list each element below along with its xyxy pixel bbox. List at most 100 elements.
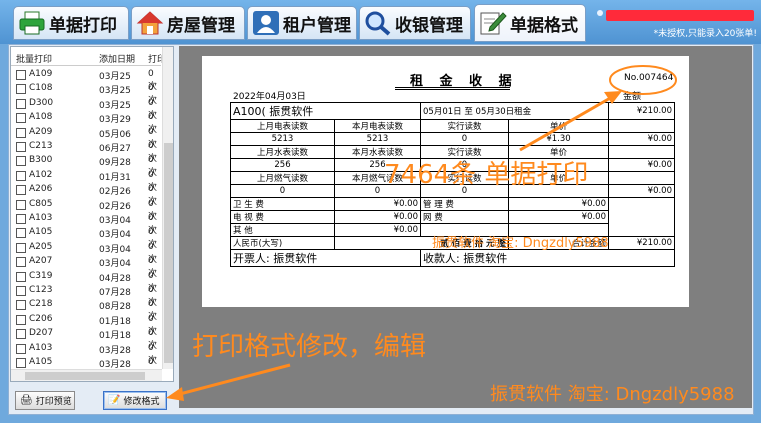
- add-date: 01月18: [99, 331, 131, 342]
- batch-print-checkbox[interactable]: [16, 343, 26, 354]
- batch-print-checkbox[interactable]: [16, 98, 26, 109]
- list-item[interactable]: D207 01月18 0次: [11, 327, 161, 351]
- batch-print-checkbox[interactable]: [16, 257, 26, 268]
- edit-format-icon: 📝: [108, 395, 121, 406]
- issuer-value: 振贯软件: [273, 252, 318, 265]
- room-code: A109: [29, 69, 53, 79]
- list-item[interactable]: A103 03月28 0次: [11, 342, 161, 366]
- receipt-number: No.007464: [624, 73, 674, 83]
- title-underline: [395, 87, 510, 90]
- list-item[interactable]: C123 07月28 0次: [11, 284, 161, 308]
- edit-pen-icon: [480, 12, 507, 35]
- scrollbar-thumb[interactable]: [25, 372, 145, 380]
- modify-format-label: 修改格式: [123, 397, 160, 407]
- list-item[interactable]: B300 09月28 0次: [11, 154, 161, 178]
- batch-print-checkbox[interactable]: [16, 185, 26, 196]
- batch-print-checkbox[interactable]: [16, 214, 26, 224]
- tab-label: 单据打印: [49, 15, 117, 36]
- add-date: 03月04: [99, 259, 131, 270]
- empty-cell: [608, 171, 675, 185]
- print-preview-label: 打印预览: [35, 397, 72, 407]
- room-code: C123: [29, 285, 53, 295]
- room-code: A105: [29, 357, 53, 367]
- authorization-note: *未授权,只能录入20张单!: [653, 29, 757, 39]
- add-date: 03月29: [99, 115, 131, 126]
- batch-print-checkbox[interactable]: [16, 142, 26, 152]
- list-item[interactable]: A207 03月04 0次: [11, 255, 161, 279]
- magnifier-icon: [365, 11, 391, 36]
- add-date: 05月06: [99, 129, 131, 140]
- scrollbar-thumb[interactable]: [164, 143, 173, 363]
- list-item[interactable]: A105 03月04 0次: [11, 226, 161, 250]
- batch-print-checkbox[interactable]: [16, 271, 26, 282]
- list-item[interactable]: A205 03月04 0次: [11, 241, 161, 265]
- list-item[interactable]: C108 03月25 0次: [11, 82, 161, 106]
- add-date: 03月04: [99, 230, 131, 241]
- add-date: 03月04: [99, 216, 131, 226]
- elec-prev-value: 5213: [230, 132, 335, 146]
- print-preview-button[interactable]: 🖨 打印预览: [15, 391, 75, 410]
- batch-print-checkbox[interactable]: [16, 286, 26, 296]
- add-date: 03月28: [99, 345, 131, 356]
- batch-print-checkbox[interactable]: [16, 170, 26, 181]
- tab-label: 收银管理: [395, 15, 463, 36]
- room-code: C805: [29, 198, 53, 209]
- vertical-scrollbar[interactable]: [162, 47, 173, 369]
- room-code: A103: [29, 342, 53, 353]
- room-code: A205: [29, 241, 53, 252]
- add-date: 02月26: [99, 187, 131, 198]
- room-code: B300: [29, 155, 53, 166]
- room-code: A108: [29, 112, 53, 123]
- room-code: A105: [29, 227, 53, 238]
- batch-print-checkbox[interactable]: [16, 84, 26, 95]
- list-item[interactable]: A108 03月29 0次: [11, 111, 161, 135]
- column-header-batch-print[interactable]: 批量打印: [16, 52, 52, 65]
- rmb-label: 人民币(大写): [230, 236, 335, 250]
- elec-actual-header: 实行读数: [420, 119, 509, 133]
- horizontal-scrollbar[interactable]: [11, 369, 162, 381]
- list-item[interactable]: A102 01月31 0次: [11, 169, 161, 193]
- room-code: C108: [29, 83, 53, 94]
- batch-print-checkbox[interactable]: [16, 127, 26, 138]
- list-header: 批量打印 添加日期 打印: [11, 47, 166, 66]
- list-item[interactable]: A10503月280次: [11, 356, 161, 380]
- batch-print-checkbox[interactable]: [16, 113, 26, 124]
- column-header-date-added[interactable]: 添加日期: [99, 52, 135, 65]
- batch-print-checkbox[interactable]: [16, 314, 26, 325]
- batch-print-checkbox[interactable]: [16, 358, 26, 368]
- tab-house-management[interactable]: 房屋管理: [131, 6, 245, 40]
- list-item[interactable]: A206 02月26 0次: [11, 183, 161, 207]
- list-item[interactable]: C213 06月27 0次: [11, 140, 161, 164]
- batch-print-checkbox[interactable]: [16, 156, 26, 167]
- batch-print-checkbox[interactable]: [16, 300, 26, 311]
- batch-print-checkbox[interactable]: [16, 199, 26, 210]
- add-date: 03月25: [99, 100, 131, 111]
- batch-print-checkbox[interactable]: [16, 242, 26, 253]
- list-item[interactable]: C805 02月26 0次: [11, 198, 161, 222]
- list-item[interactable]: C206 01月18 0次: [11, 313, 161, 337]
- list-item[interactable]: A103 03月04 0次: [11, 212, 161, 236]
- elec-amount: ¥0.00: [608, 132, 675, 146]
- tab-tenant-management[interactable]: 租户管理: [247, 6, 357, 40]
- room-code: D207: [29, 328, 54, 339]
- list-item[interactable]: A109 03月25 0次: [11, 68, 161, 92]
- list-item[interactable]: C319 04月28 0次: [11, 270, 161, 294]
- batch-print-checkbox[interactable]: [16, 70, 26, 80]
- modify-format-button[interactable]: 📝 修改格式: [103, 391, 167, 410]
- tab-receipt-print[interactable]: 单据打印: [13, 6, 129, 40]
- house-icon: [136, 11, 164, 35]
- room-code: C206: [29, 313, 53, 324]
- tab-cashier-management[interactable]: 收银管理: [359, 6, 471, 40]
- user-icon: [253, 11, 279, 35]
- elec-price-header: 单价: [508, 119, 609, 133]
- list-item[interactable]: A209 05月06 0次: [11, 126, 161, 150]
- annotation-edit-format: 打印格式修改，编辑: [192, 332, 427, 362]
- batch-print-checkbox[interactable]: [16, 228, 26, 239]
- tab-receipt-format[interactable]: 单据格式: [474, 4, 586, 42]
- list-item[interactable]: C218 08月28 0次: [11, 298, 161, 322]
- list-item[interactable]: D300 03月25 0次: [11, 97, 161, 121]
- management-fee-value: ¥0.00: [508, 197, 609, 211]
- batch-print-checkbox[interactable]: [16, 329, 26, 340]
- room-code: A209: [29, 126, 53, 137]
- add-date: 03月25: [99, 86, 131, 97]
